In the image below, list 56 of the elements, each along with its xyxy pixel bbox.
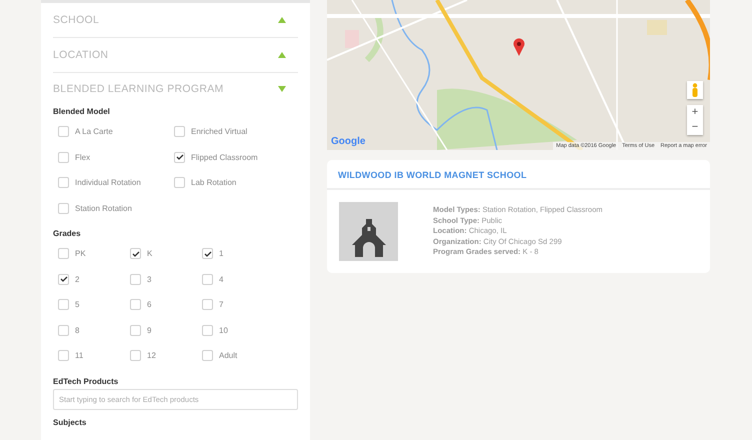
checkbox[interactable] — [58, 202, 69, 214]
checkbox[interactable] — [174, 177, 185, 188]
checkbox-label: Flipped Classroom — [191, 152, 258, 162]
checkbox-label: 2 — [75, 274, 80, 284]
schoolhouse-icon — [350, 217, 388, 257]
checkbox[interactable] — [174, 126, 185, 138]
checkbox[interactable] — [130, 299, 141, 310]
checkbox-label: Individual Rotation — [75, 178, 141, 188]
zoom-in-button[interactable]: + — [687, 105, 703, 120]
caret-icon[interactable] — [278, 52, 286, 58]
checkbox-label: Lab Rotation — [191, 178, 236, 188]
checkbox-label: 8 — [75, 326, 80, 335]
checkbox-label: PK — [75, 249, 86, 258]
caret-icon[interactable] — [278, 86, 286, 92]
checkbox[interactable] — [58, 299, 69, 310]
checkbox-label: 4 — [219, 274, 224, 284]
checkbox[interactable] — [202, 324, 213, 336]
group-label: EdTech Products — [53, 376, 118, 386]
checkbox[interactable] — [202, 350, 213, 362]
checkbox-label: Adult — [219, 351, 238, 360]
checkbox-label: 3 — [147, 274, 152, 284]
checkbox-label: 5 — [75, 300, 80, 310]
checkbox[interactable] — [58, 350, 69, 362]
checkbox[interactable] — [58, 274, 69, 285]
checkbox[interactable] — [130, 324, 141, 336]
caret-icon[interactable] — [278, 17, 286, 23]
checkbox[interactable] — [58, 126, 69, 138]
checkbox[interactable] — [58, 248, 69, 260]
checkbox-label: 10 — [219, 326, 228, 335]
checkbox-label: 11 — [75, 351, 84, 360]
checkbox[interactable] — [130, 248, 141, 260]
checkbox-label: 9 — [147, 326, 152, 335]
checkbox[interactable] — [58, 324, 69, 336]
checkbox-label: 12 — [147, 351, 156, 360]
group-label: Blended Model — [53, 107, 110, 116]
checkbox[interactable] — [58, 152, 69, 163]
checkbox-label: Enriched Virtual — [191, 127, 248, 136]
checkbox-label: 7 — [219, 300, 224, 310]
checkbox-label: Station Rotation — [75, 204, 132, 213]
group-label: Subjects — [53, 418, 86, 426]
checkbox-label: Flex — [75, 152, 90, 162]
pegman-icon[interactable] — [687, 81, 703, 99]
checkbox-label: 1 — [219, 249, 224, 258]
checkbox[interactable] — [174, 152, 185, 163]
checkbox-label: 6 — [147, 300, 152, 310]
map-pin-icon[interactable] — [513, 38, 525, 56]
checkbox[interactable] — [130, 350, 141, 362]
zoom-out-button[interactable]: − — [687, 120, 703, 135]
checkbox[interactable] — [58, 177, 69, 188]
checkbox[interactable] — [202, 248, 213, 260]
checkbox[interactable] — [202, 274, 213, 285]
checkbox-label: A La Carte — [75, 127, 113, 136]
checkbox-label: K — [147, 249, 152, 258]
group-label: Grades — [53, 229, 81, 238]
checkbox[interactable] — [202, 299, 213, 310]
checkbox[interactable] — [130, 274, 141, 285]
